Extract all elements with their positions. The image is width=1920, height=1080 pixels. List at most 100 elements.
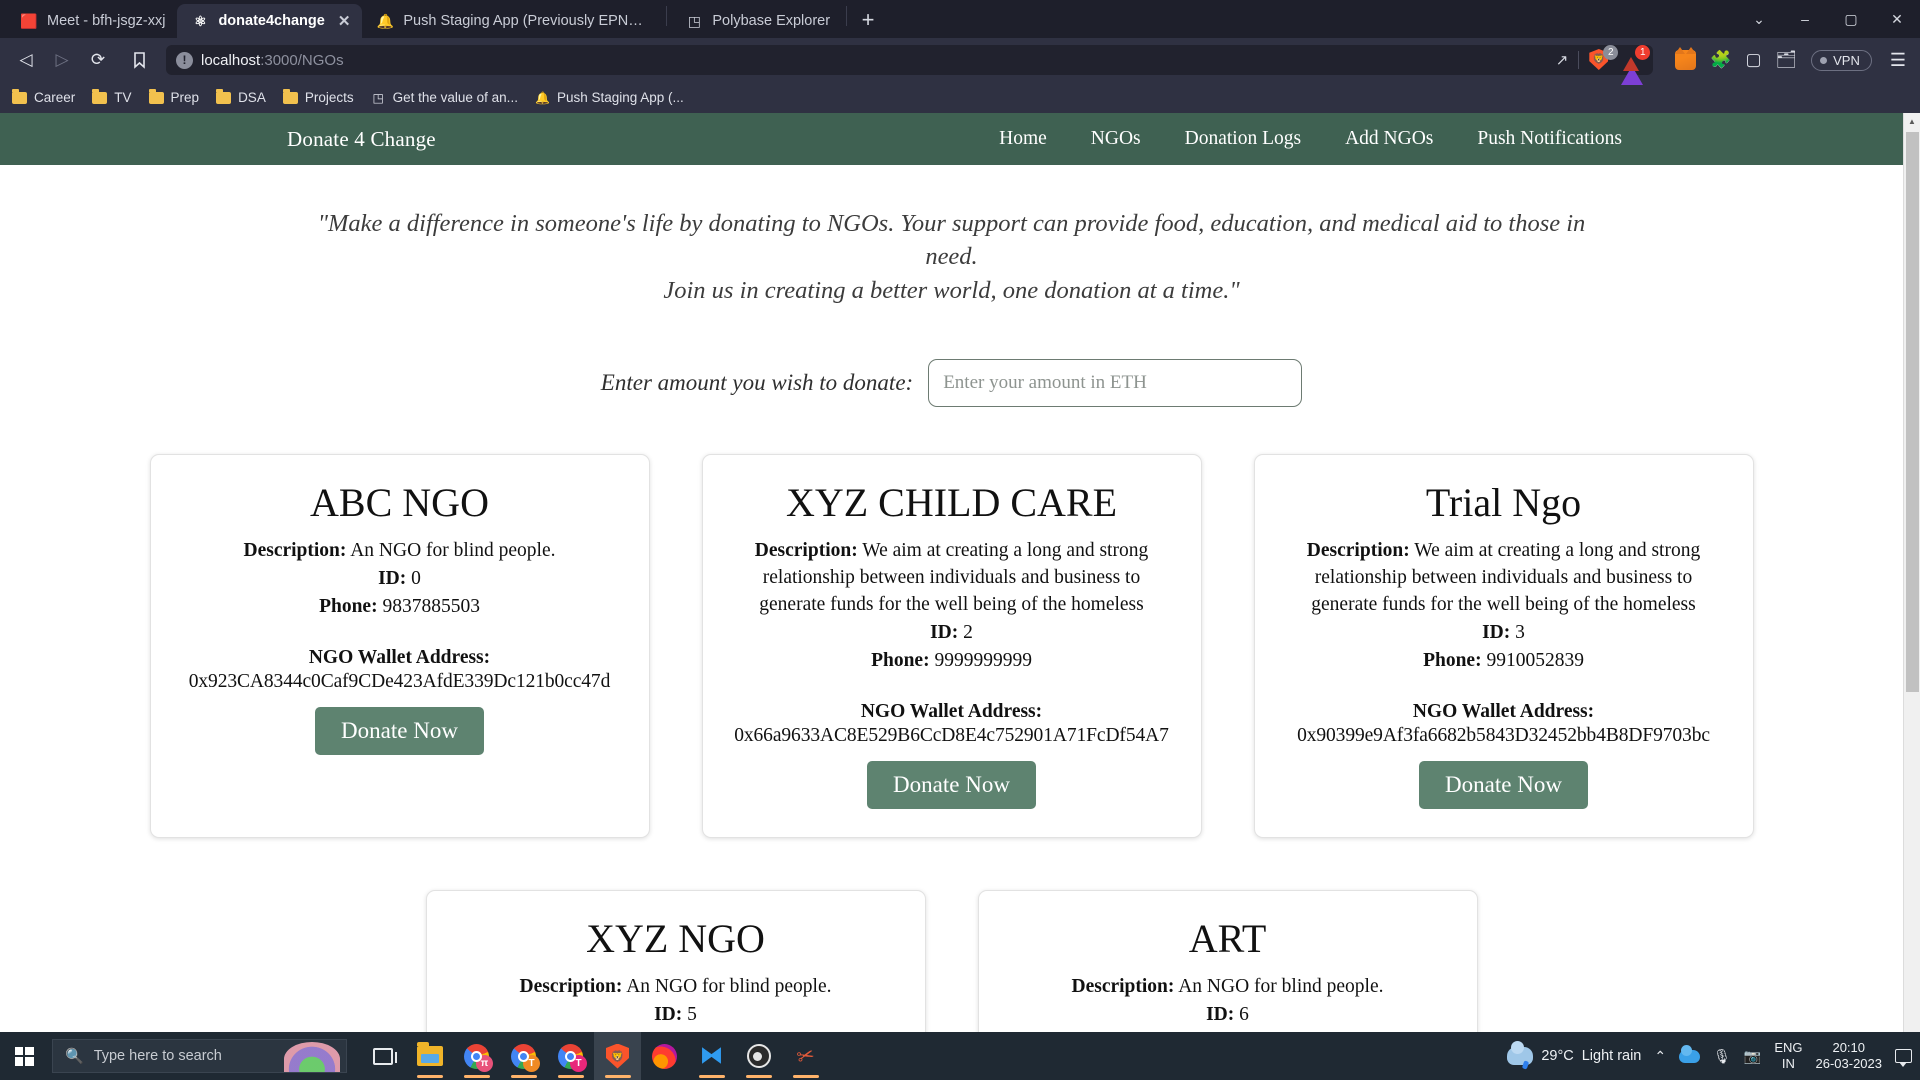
- tab-divider: [666, 5, 668, 26]
- close-window-button[interactable]: ✕: [1874, 0, 1920, 38]
- description-label: Description:: [519, 975, 623, 997]
- vpn-button[interactable]: VPN: [1811, 49, 1872, 71]
- bookmark-projects[interactable]: Projects: [282, 88, 354, 105]
- bookmark-tv[interactable]: TV: [92, 88, 132, 105]
- wallet-icon[interactable]: 🗂: [1776, 50, 1798, 70]
- ngo-id: 3: [1515, 621, 1525, 643]
- language-bottom: IN: [1781, 1056, 1795, 1071]
- bookmark-get-the-value[interactable]: ◳ Get the value of an...: [371, 90, 518, 105]
- vscode-icon: ⧓: [699, 1042, 724, 1069]
- search-icon: 🔍: [65, 1048, 84, 1065]
- maximize-button[interactable]: ▢: [1828, 0, 1874, 38]
- browser-tab-meet[interactable]: 🟥 Meet - bfh-jsgz-xxj: [6, 4, 177, 38]
- nav-item-add-ngos[interactable]: Add NGOs: [1345, 128, 1433, 150]
- language-indicator[interactable]: ENG IN: [1774, 1040, 1802, 1073]
- camera-icon[interactable]: 📷: [1744, 1048, 1761, 1065]
- site-navbar: Donate 4 Change Home NGOs Donation Logs …: [0, 113, 1903, 165]
- cube-icon: ◳: [372, 90, 384, 105]
- snipping-tool-button[interactable]: ✂: [782, 1032, 829, 1080]
- clock[interactable]: 20:10 26-03-2023: [1816, 1040, 1883, 1073]
- site-brand[interactable]: Donate 4 Change: [287, 127, 436, 152]
- nav-item-ngos[interactable]: NGOs: [1091, 128, 1141, 150]
- obs-icon: [746, 1044, 771, 1068]
- profile-pip: T: [570, 1054, 587, 1072]
- minimize-button[interactable]: –: [1782, 0, 1828, 38]
- shield-badge-count: 2: [1603, 45, 1619, 60]
- brave-shields-button[interactable]: 🦁 2: [1589, 45, 1619, 71]
- obs-button[interactable]: [735, 1032, 782, 1080]
- running-indicator: [463, 1075, 490, 1078]
- bookmark-prep[interactable]: Prep: [148, 88, 199, 105]
- notifications-icon[interactable]: [1895, 1049, 1912, 1067]
- metamask-icon[interactable]: [1675, 47, 1697, 70]
- start-button[interactable]: [0, 1032, 48, 1080]
- nav-item-push-notifications[interactable]: Push Notifications: [1477, 128, 1622, 150]
- id-label: ID:: [654, 1003, 683, 1025]
- id-label: ID:: [1482, 621, 1511, 643]
- ngo-id-line: ID: 2: [729, 620, 1175, 647]
- reload-icon[interactable]: ⟳: [82, 44, 114, 76]
- scroll-up-icon[interactable]: ▲: [1903, 113, 1920, 130]
- browser-tab-donate4change[interactable]: ⚛ donate4change ✕: [177, 4, 363, 38]
- bookmark-push-staging[interactable]: 🔔 Push Staging App (...: [535, 90, 684, 105]
- nav-item-donation-logs[interactable]: Donation Logs: [1185, 128, 1301, 150]
- page-scrollbar[interactable]: ▲: [1903, 113, 1920, 1055]
- file-explorer-button[interactable]: [406, 1032, 453, 1080]
- browser-tab-push-staging[interactable]: 🔔 Push Staging App (Previously EPNS) | (: [362, 4, 662, 38]
- extensions-puzzle-icon[interactable]: 🧩: [1710, 50, 1731, 70]
- address-bar[interactable]: ! localhost:3000/NGOs ↗ 🦁 2 1: [166, 45, 1654, 85]
- ngo-description-line: Description: An NGO for blind people.: [453, 974, 899, 1001]
- taskbar-search-box[interactable]: 🔍 Type here to search: [52, 1039, 347, 1073]
- share-icon[interactable]: ↗: [1556, 51, 1569, 69]
- windows-taskbar: 🔍 Type here to search π T T 🦁 ⧓ ✂ 29°C L…: [0, 1032, 1920, 1080]
- microphone-icon[interactable]: 🎙: [1713, 1048, 1731, 1065]
- task-view-icon: [372, 1047, 397, 1065]
- donate-now-button[interactable]: Donate Now: [1419, 760, 1588, 809]
- onedrive-icon[interactable]: [1679, 1044, 1701, 1063]
- description-label: Description:: [754, 540, 858, 562]
- firefox-button[interactable]: [641, 1032, 688, 1080]
- description-label: Description:: [1306, 540, 1410, 562]
- weather-widget[interactable]: 29°C Light rain: [1507, 1041, 1641, 1065]
- sidebar-panel-icon[interactable]: ▢: [1745, 50, 1761, 70]
- vscode-button[interactable]: ⧓: [688, 1032, 735, 1080]
- running-indicator: [510, 1075, 537, 1078]
- bookmark-dsa[interactable]: DSA: [216, 88, 266, 105]
- close-icon[interactable]: ✕: [338, 12, 351, 30]
- wallet-label: NGO Wallet Address:: [1412, 700, 1595, 722]
- new-tab-button[interactable]: +: [851, 5, 885, 35]
- scrollbar-thumb[interactable]: [1905, 132, 1919, 692]
- running-indicator: [745, 1075, 772, 1078]
- donation-amount-input[interactable]: [928, 358, 1303, 407]
- bookmark-career[interactable]: Career: [12, 88, 75, 105]
- chrome-button-3[interactable]: T: [547, 1032, 594, 1080]
- tab-title: Meet - bfh-jsgz-xxj: [47, 13, 166, 29]
- browser-menu-icon[interactable]: ☰: [1886, 50, 1910, 71]
- not-secure-info-icon[interactable]: !: [176, 51, 193, 69]
- nav-item-home[interactable]: Home: [999, 128, 1047, 150]
- clock-time: 20:10: [1832, 1039, 1866, 1055]
- back-icon[interactable]: ◁: [10, 44, 42, 76]
- bookmark-icon[interactable]: [124, 45, 154, 75]
- donate-now-button[interactable]: Donate Now: [867, 760, 1036, 809]
- id-label: ID:: [1206, 1003, 1235, 1025]
- forward-icon[interactable]: ▷: [46, 44, 78, 76]
- folder-icon: [216, 88, 232, 104]
- ngo-id: 2: [963, 621, 973, 643]
- ngo-id: 0: [411, 568, 421, 590]
- browser-tab-polybase[interactable]: ◳ Polybase Explorer: [671, 4, 842, 38]
- chrome-button-2[interactable]: T: [500, 1032, 547, 1080]
- brave-rewards-button[interactable]: 1: [1621, 45, 1651, 85]
- window-controls: ⌄ – ▢ ✕: [1736, 0, 1920, 38]
- window-expand-icon[interactable]: ⌄: [1736, 0, 1782, 38]
- bookmark-label: Get the value of an...: [392, 90, 518, 105]
- show-hidden-icons-chevron[interactable]: ⌃: [1654, 1048, 1666, 1065]
- chrome-button-1[interactable]: π: [453, 1032, 500, 1080]
- firefox-icon: [652, 1043, 677, 1069]
- bookmark-label: Push Staging App (...: [556, 90, 684, 105]
- tagline-line-1: "Make a difference in someone's life by …: [317, 210, 1586, 271]
- brave-button[interactable]: 🦁: [594, 1032, 641, 1080]
- push-bell-icon: 🔔: [534, 90, 550, 105]
- donate-now-button[interactable]: Donate Now: [315, 706, 484, 755]
- task-view-button[interactable]: [359, 1032, 406, 1080]
